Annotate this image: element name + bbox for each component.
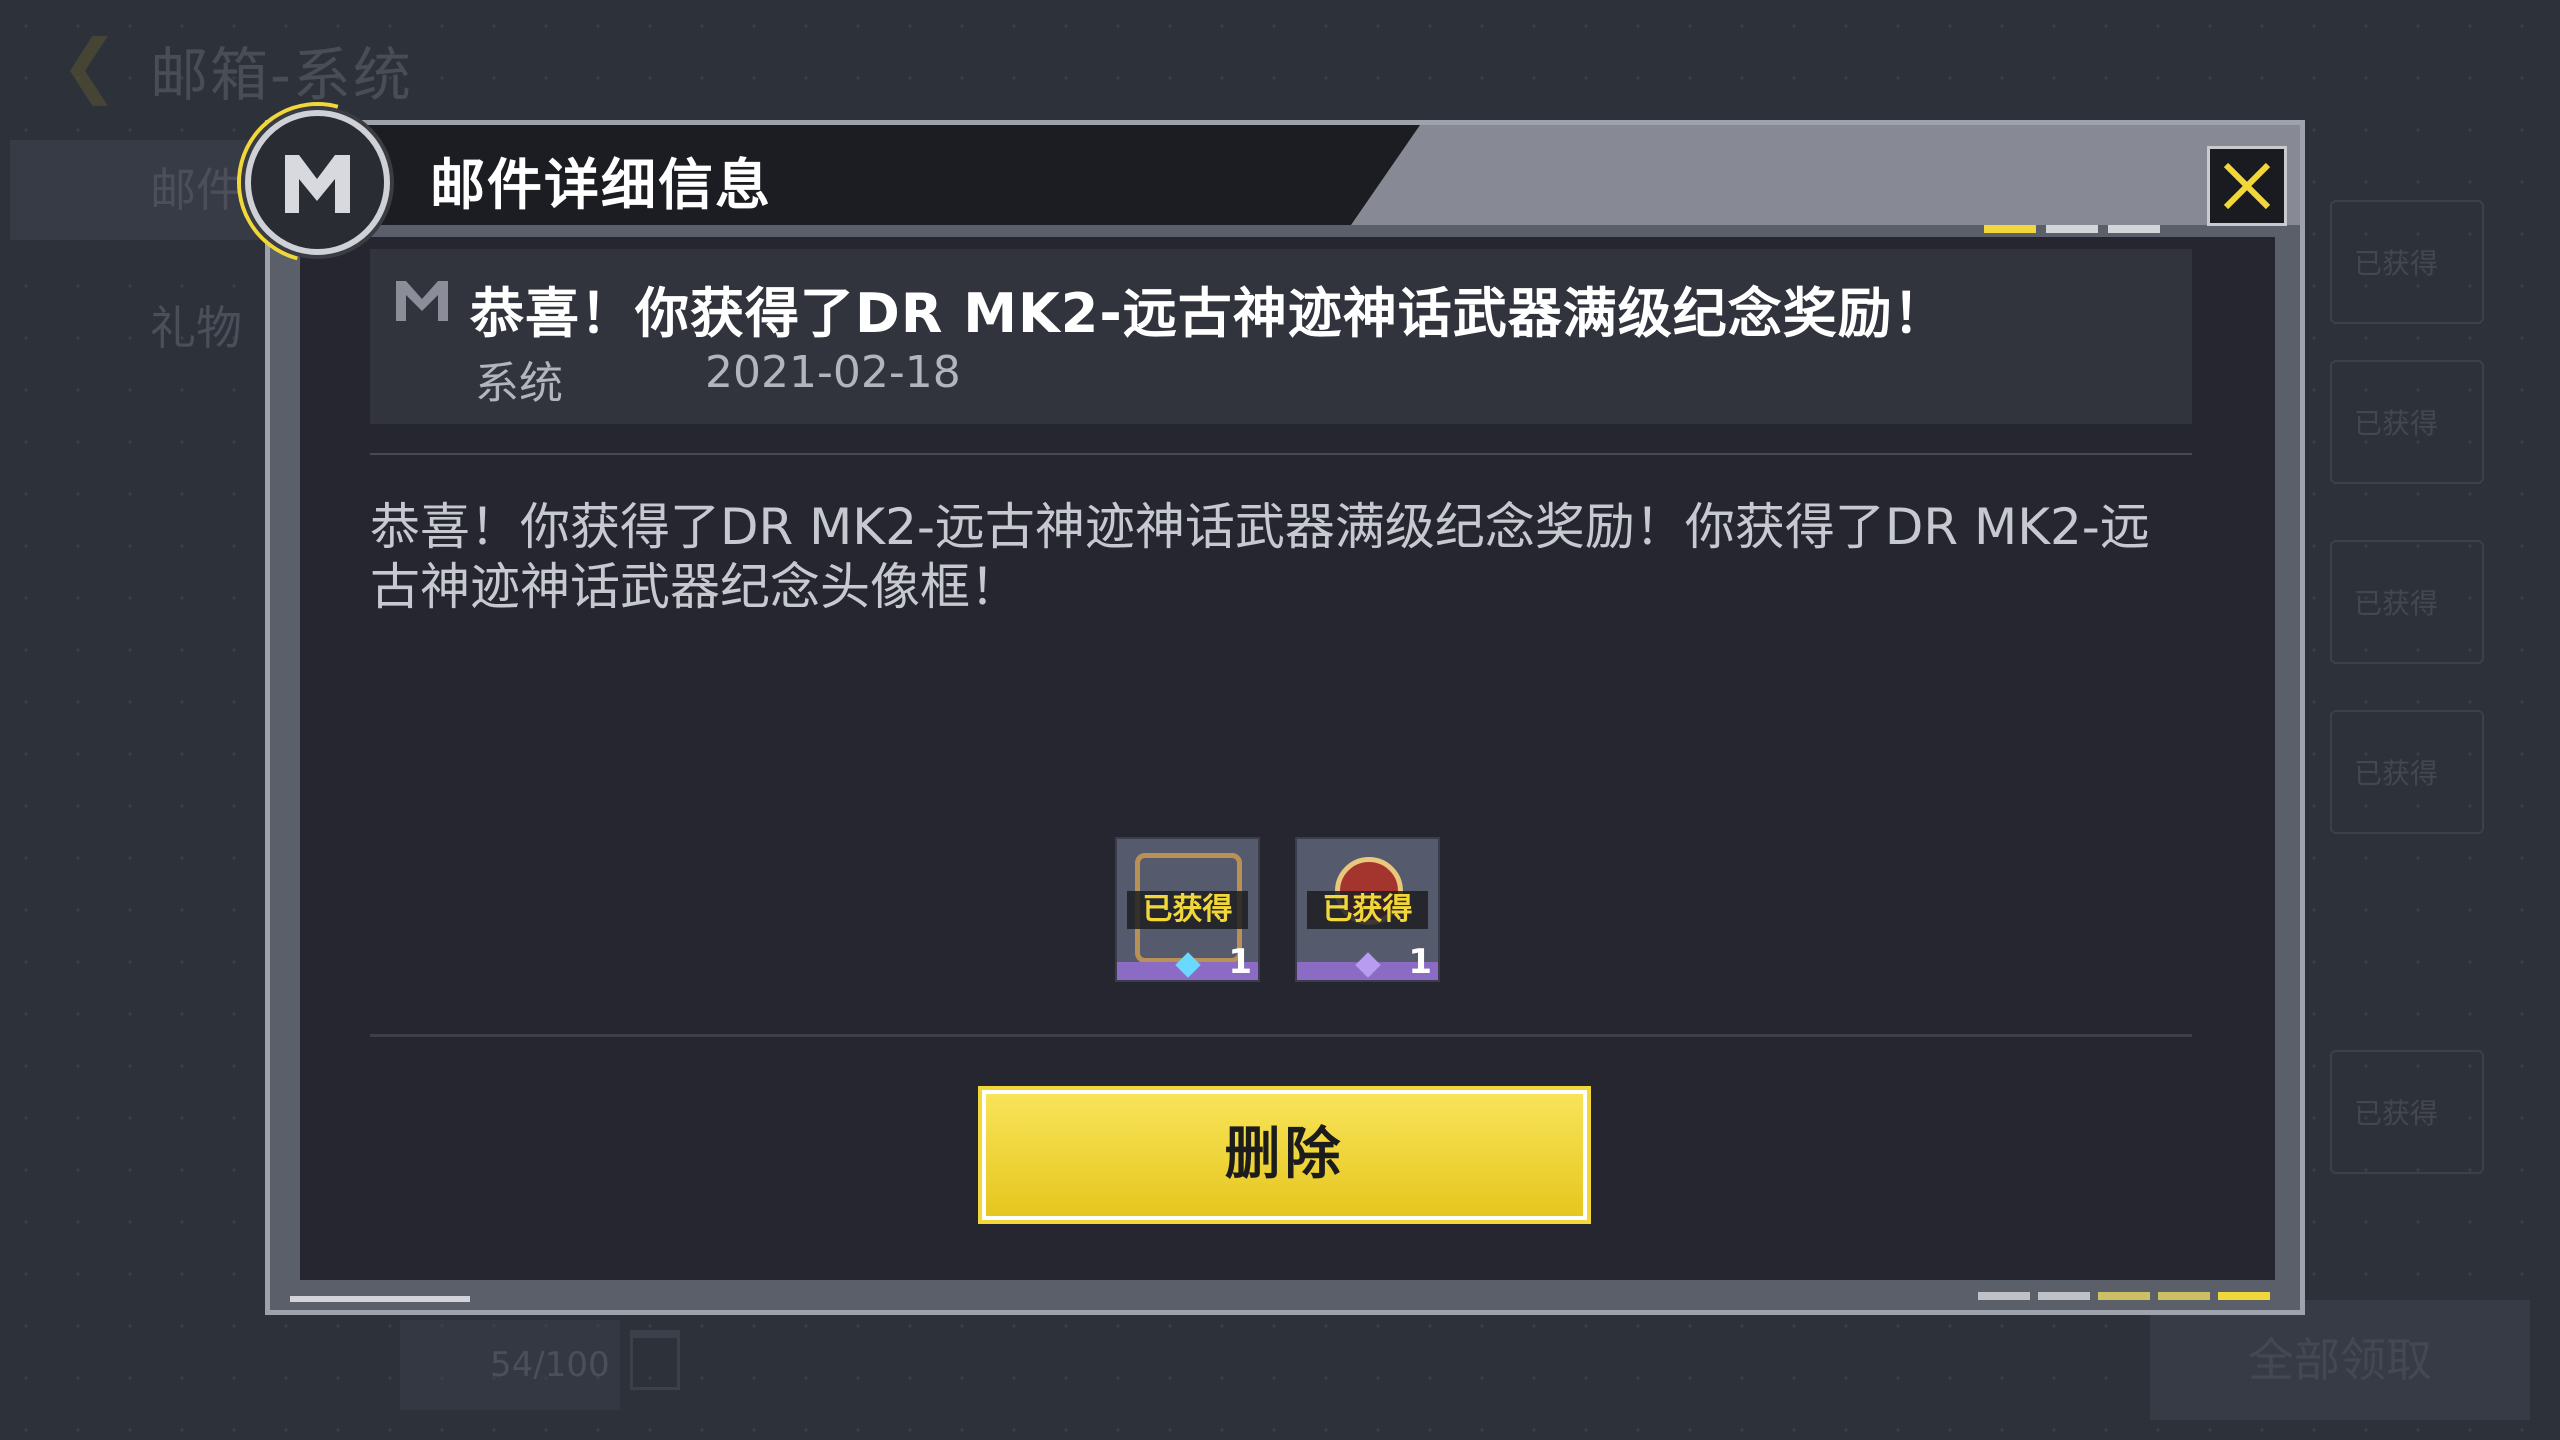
mail-subject: 恭喜！你获得了DR MK2-远古神迹神话武器满级纪念奖励！ [470,282,1948,345]
delete-button[interactable]: 删除 [982,1090,1587,1220]
footer-page-indicator [1978,1292,2270,1300]
mail-date: 2021-02-18 [705,347,961,398]
reward-item-emblem[interactable]: 已获得 1 [1295,837,1440,982]
mail-sender: 系统 [475,358,563,409]
divider [370,1034,2192,1037]
dialog-title: 邮件详细信息 [430,153,773,217]
close-x-icon [2223,162,2271,210]
dialog-frame: 邮件详细信息 恭喜！你获得了DR MK2-远古神迹神话武器满级纪念奖励！ 系统 … [265,120,2305,1315]
dialog-header-title-bar: 邮件详细信息 [270,125,1420,225]
logo-m-icon [285,155,350,213]
divider [370,453,2192,455]
header-page-indicator [1984,225,2160,233]
reward-quantity: 1 [1228,942,1252,982]
game-logo-badge [245,110,390,255]
reward-item-avatar-frame[interactable]: 已获得 1 [1115,837,1260,982]
mail-logo-icon [396,281,448,321]
close-button[interactable] [2207,146,2287,226]
reward-status-badge: 已获得 [1127,891,1248,929]
mail-header: 恭喜！你获得了DR MK2-远古神迹神话武器满级纪念奖励！ 系统 2021-02… [370,249,2192,424]
reward-status-badge: 已获得 [1307,891,1428,929]
frame-decoration [290,1296,470,1302]
mail-detail-dialog: 邮件详细信息 恭喜！你获得了DR MK2-远古神迹神话武器满级纪念奖励！ 系统 … [207,72,2305,1315]
reward-quantity: 1 [1408,942,1432,982]
dialog-content: 恭喜！你获得了DR MK2-远古神迹神话武器满级纪念奖励！ 系统 2021-02… [300,237,2275,1280]
reward-list: 已获得 1 已获得 1 [1115,837,1440,982]
mail-body: 恭喜！你获得了DR MK2-远古神迹神话武器满级纪念奖励！你获得了DR MK2-… [370,498,2150,616]
